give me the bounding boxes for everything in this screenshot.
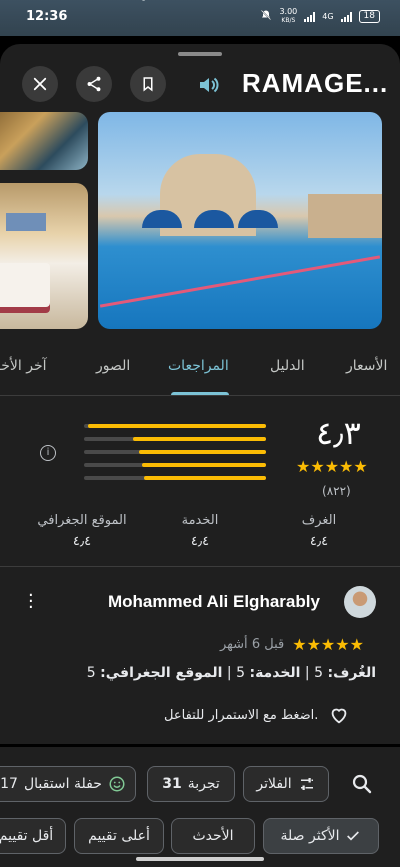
- chip-label: الفلاتر: [256, 776, 292, 792]
- filter-row-1: 17 حفلة استقبال 31 تجربة الفلاتر: [0, 766, 400, 802]
- chip-newest[interactable]: الأحدث: [171, 818, 255, 854]
- sub-rating-value: ٤٫٤: [72, 534, 92, 549]
- section-divider: [0, 744, 400, 747]
- rating-bar-5: [84, 424, 266, 428]
- chip-count: 31: [162, 776, 182, 792]
- place-title: RAMAGE...: [242, 68, 389, 98]
- review-location-label: الموقع الجغرافي:: [100, 665, 223, 681]
- filter-row-2: أقل تقييم أعلى تقييم الأحدث الأكثر صلة: [0, 818, 400, 854]
- close-icon: [33, 77, 47, 91]
- clock: 12:36: [26, 9, 68, 24]
- review-rooms-label: الغُرف:: [327, 665, 376, 681]
- close-button[interactable]: [22, 66, 58, 102]
- tab-guide[interactable]: الدليل: [270, 358, 305, 374]
- tab-photos[interactable]: الصور: [96, 358, 130, 374]
- sub-rating-label: الغرف: [301, 513, 337, 528]
- review-service-value: 5: [236, 665, 246, 681]
- gesture-bar: [136, 857, 264, 861]
- average-rating: ٤٫٣: [316, 414, 361, 452]
- speaker-button[interactable]: [196, 73, 220, 97]
- rating-stars: ★★★★★: [296, 457, 368, 476]
- share-button[interactable]: [76, 66, 112, 102]
- sub-rating-location: الموقع الجغرافي ٤٫٤: [26, 513, 138, 549]
- place-sheet: RAMAGE... الأسعار الدليل المراجعات الصور…: [0, 44, 400, 867]
- share-icon: [87, 76, 101, 92]
- speed-value: 3.00: [279, 7, 298, 16]
- drag-handle[interactable]: [178, 52, 222, 56]
- smile-icon: [109, 776, 125, 792]
- chip-filters[interactable]: الفلاتر: [243, 766, 329, 802]
- review-count: (٨٢٢): [322, 484, 351, 498]
- divider: [0, 566, 400, 567]
- photo-lobby[interactable]: [0, 112, 88, 170]
- search-icon: [352, 774, 372, 794]
- mute-icon: [260, 9, 272, 24]
- photo-room[interactable]: [0, 183, 88, 329]
- chip-most-relevant[interactable]: الأكثر صلة: [263, 818, 379, 854]
- check-icon: [347, 831, 360, 841]
- separator: |: [226, 665, 232, 681]
- chip-count: 17: [0, 776, 18, 792]
- chip-reception[interactable]: 17 حفلة استقبال: [0, 766, 136, 802]
- more-options-icon[interactable]: · · ·: [28, 587, 34, 617]
- photo-pool[interactable]: [98, 112, 382, 329]
- top-actions: [22, 66, 166, 102]
- chip-label: تجربة: [187, 776, 220, 792]
- bookmark-icon: [143, 77, 153, 92]
- sub-rating-service: الخدمة ٤٫٤: [174, 513, 226, 549]
- avatar[interactable]: [344, 586, 376, 618]
- signal-icon: [304, 11, 316, 22]
- rating-bar-1: [84, 476, 266, 480]
- chip-label: حفلة استقبال: [23, 776, 102, 792]
- chip-lowest[interactable]: أقل تقييم: [0, 818, 66, 854]
- tab-reviews[interactable]: المراجعات: [168, 358, 229, 374]
- tab-updates[interactable]: آخر الأخبار: [0, 358, 47, 374]
- rating-bar-2: [84, 463, 266, 467]
- network-speed: 3.00 KB/S: [279, 8, 297, 25]
- tab-bar: الأسعار الدليل المراجعات الصور آخر الأخب…: [0, 344, 400, 396]
- network-type: 4G: [322, 12, 334, 21]
- sub-rating-rooms: الغرف ٤٫٤: [298, 513, 340, 549]
- review-date: قبل 6 أشهر: [220, 637, 285, 652]
- reviewer-name[interactable]: Mohammed Ali Elgharably: [108, 592, 320, 612]
- signal-icon-2: [340, 11, 352, 22]
- heart-icon[interactable]: [328, 704, 350, 726]
- review-rooms-value: 5: [314, 665, 324, 681]
- sub-rating-value: ٤٫٤: [309, 534, 329, 549]
- speaker-icon: [200, 77, 219, 93]
- rating-bar-3: [84, 450, 266, 454]
- tune-icon: [300, 778, 313, 790]
- review-stars: ★★★★★: [292, 635, 364, 654]
- review-location-value: 5: [86, 665, 96, 681]
- sub-rating-label: الخدمة: [181, 513, 219, 528]
- like-row[interactable]: اضغط مع الاستمرار للتفاعل.: [164, 704, 350, 726]
- chip-label: الأكثر صلة: [280, 828, 340, 844]
- sub-rating-value: ٤٫٤: [190, 534, 210, 549]
- tab-prices[interactable]: الأسعار: [346, 358, 387, 374]
- rating-distribution: [84, 424, 266, 489]
- review-meta: قبل 6 أشهر ★★★★★: [220, 635, 364, 654]
- like-prompt: اضغط مع الاستمرار للتفاعل.: [164, 707, 319, 723]
- search-reviews-button[interactable]: [350, 772, 380, 802]
- sub-rating-label: الموقع الجغرافي: [37, 513, 127, 528]
- chip-experience[interactable]: 31 تجربة: [147, 766, 235, 802]
- save-button[interactable]: [130, 66, 166, 102]
- chip-highest[interactable]: أعلى تقييم: [74, 818, 164, 854]
- status-bar: محور المشير 12:36 3.00 KB/S 4G 18: [0, 0, 400, 36]
- review-sub-ratings: الغُرف: 5 | الخدمة: 5 | الموقع الجغرافي:…: [0, 665, 376, 681]
- active-tab-indicator: [171, 392, 229, 395]
- separator: |: [304, 665, 310, 681]
- status-icons: 3.00 KB/S 4G 18: [260, 8, 380, 25]
- review-service-label: الخدمة:: [249, 665, 301, 681]
- speed-unit: KB/S: [281, 17, 296, 24]
- battery-icon: 18: [358, 10, 380, 23]
- rating-bar-4: [84, 437, 266, 441]
- info-icon[interactable]: i: [40, 445, 56, 461]
